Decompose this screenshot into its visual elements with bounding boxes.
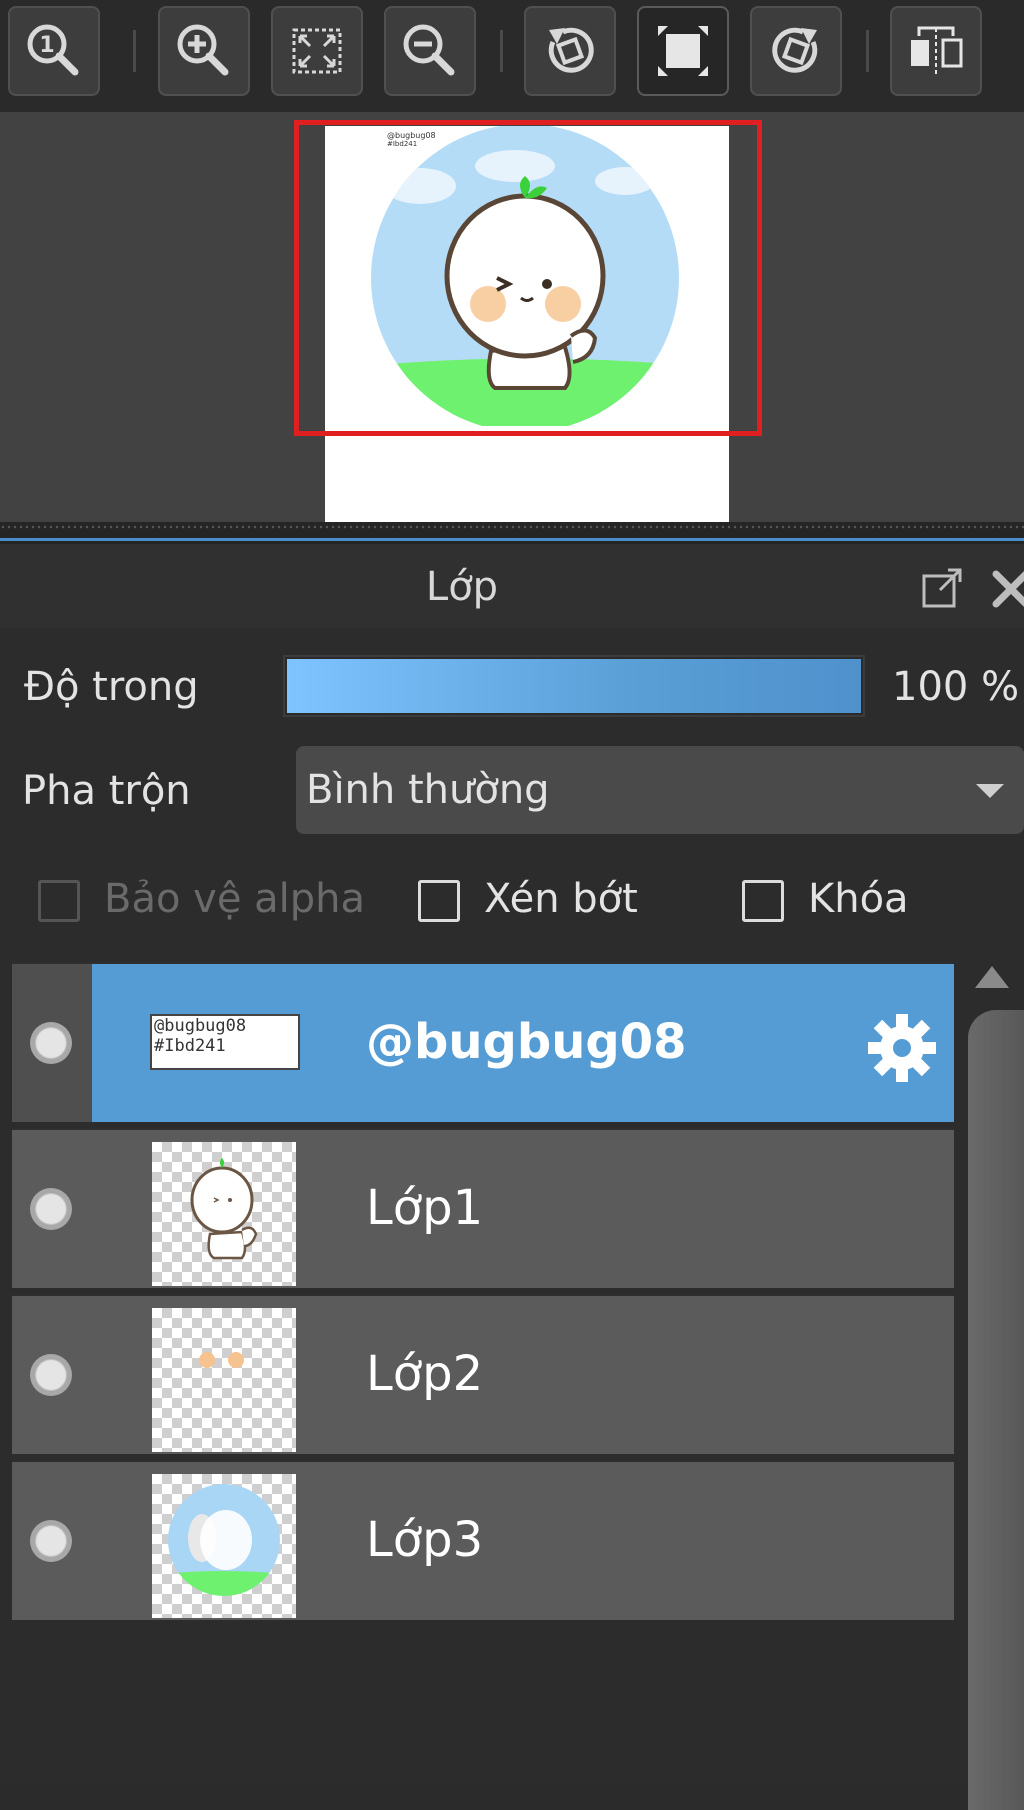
scrollbar-thumb[interactable]	[968, 1010, 1024, 1810]
layer-list-scrollbar[interactable]	[962, 958, 1024, 1810]
layer-thumbnail: @bugbug08 #Ibd241	[150, 1014, 300, 1070]
visibility-toggle-icon[interactable]	[30, 1520, 72, 1562]
opacity-slider-fill	[287, 659, 861, 713]
visibility-toggle-icon[interactable]	[30, 1022, 72, 1064]
reset-rotation-icon	[658, 26, 708, 76]
thumb-text-line1: @bugbug08	[154, 1016, 247, 1036]
layer-name: Lớp2	[366, 1346, 484, 1402]
view-toolbar: 1	[0, 0, 1024, 112]
splitter-grip	[0, 524, 1024, 530]
fit-to-screen-button[interactable]	[271, 6, 363, 96]
toolbar-separator	[866, 30, 869, 72]
zoom-actual-size-icon: 1	[27, 24, 79, 76]
layer-name: @bugbug08	[366, 1014, 687, 1070]
opacity-slider[interactable]	[283, 655, 865, 717]
layer-thumbnail	[152, 1308, 296, 1452]
layer-row-lop1[interactable]: Lớp1	[12, 1128, 954, 1288]
splitter-accent-line	[0, 538, 1024, 541]
lock-checkbox[interactable]	[742, 880, 784, 922]
alpha-lock-label: Bảo vệ alpha	[104, 876, 366, 922]
layer-thumbnail	[152, 1142, 296, 1286]
close-icon[interactable]	[988, 566, 1024, 612]
scroll-up-arrow-icon[interactable]	[975, 966, 1009, 988]
lock-label: Khóa	[808, 876, 909, 922]
layer-panel-header: Lớp	[0, 544, 1024, 628]
gear-icon[interactable]	[864, 1010, 940, 1086]
clipping-checkbox[interactable]	[418, 880, 460, 922]
rotate-left-button[interactable]	[524, 6, 616, 96]
visibility-toggle-icon[interactable]	[30, 1188, 72, 1230]
flip-horizontal-icon	[911, 26, 963, 74]
zoom-in-button[interactable]	[158, 6, 250, 96]
layer-row-bugbug08[interactable]: @bugbug08 #Ibd241 @bugbug08	[12, 962, 954, 1122]
alpha-lock-checkbox[interactable]	[38, 880, 80, 922]
layer-thumbnail	[152, 1474, 296, 1618]
blend-mode-label: Pha trộn	[22, 768, 191, 814]
rotate-right-button[interactable]	[750, 6, 842, 96]
layer-name: Lớp3	[366, 1512, 484, 1568]
chevron-down-icon	[976, 784, 1004, 798]
layer-properties: Độ trong 100 % Pha trộn Bình thường Bảo …	[0, 628, 1024, 958]
toolbar-separator	[500, 30, 503, 72]
panel-splitter[interactable]	[0, 522, 1024, 544]
zoom-in-icon	[177, 24, 229, 76]
layer-row-lop2[interactable]: Lớp2	[12, 1294, 954, 1454]
flip-horizontal-button[interactable]	[890, 6, 982, 96]
fit-to-screen-icon	[292, 28, 342, 74]
clipping-label: Xén bớt	[484, 876, 638, 922]
navigator-panel[interactable]: @bugbug08 #Ibd241	[0, 112, 1024, 522]
zoom-actual-size-button[interactable]: 1	[8, 6, 100, 96]
layer-list: @bugbug08 #Ibd241 @bugbug08 Lớp1 Lớp2 Lớ…	[0, 958, 1024, 1810]
zoom-out-icon	[403, 24, 455, 76]
rotate-left-icon	[548, 27, 594, 73]
svg-text:1: 1	[39, 33, 54, 58]
toolbar-separator	[133, 30, 136, 72]
layer-name: Lớp1	[366, 1180, 484, 1236]
navigator-viewport-frame[interactable]	[294, 120, 762, 436]
blend-mode-value: Bình thường	[306, 767, 550, 813]
visibility-toggle-icon[interactable]	[30, 1354, 72, 1396]
reset-rotation-button[interactable]	[637, 6, 729, 96]
opacity-label: Độ trong	[24, 664, 199, 710]
layer-panel-title: Lớp	[425, 564, 499, 610]
layer-row-lop3[interactable]: Lớp3	[12, 1460, 954, 1620]
rotate-right-icon	[772, 27, 818, 73]
zoom-out-button[interactable]	[384, 6, 476, 96]
thumb-text-line2: #Ibd241	[154, 1036, 226, 1056]
popout-icon[interactable]	[920, 566, 966, 612]
blend-mode-select[interactable]: Bình thường	[296, 746, 1024, 834]
opacity-value: 100 %	[892, 664, 1020, 710]
